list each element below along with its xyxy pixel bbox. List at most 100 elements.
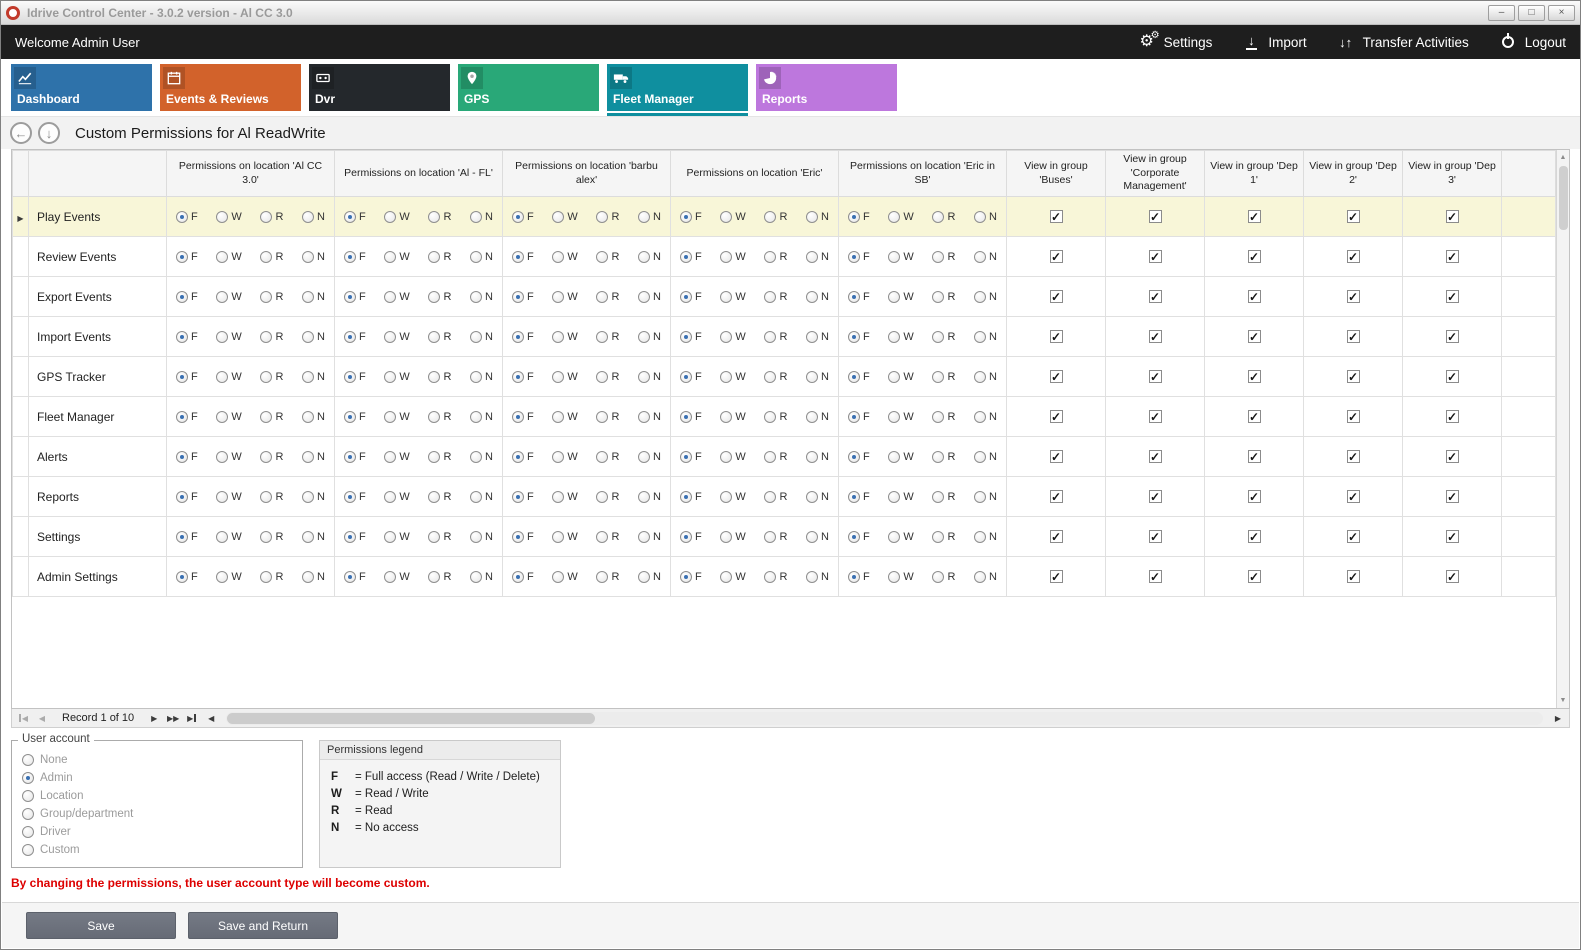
permission-radio-w[interactable]: W <box>720 531 745 543</box>
permission-radio-n[interactable]: N <box>974 491 997 503</box>
permission-radio-n[interactable]: N <box>302 211 325 223</box>
permission-radio-w[interactable]: W <box>720 291 745 303</box>
group-checkbox[interactable]: ✓ <box>1050 210 1063 223</box>
permission-radio-n[interactable]: N <box>806 451 829 463</box>
pager-prev-button[interactable]: ◀ <box>33 709 51 727</box>
permission-radio-w[interactable]: W <box>552 411 577 423</box>
permission-radio-w[interactable]: W <box>720 411 745 423</box>
permission-radio-r[interactable]: R <box>764 411 787 423</box>
permission-radio-w[interactable]: W <box>720 211 745 223</box>
permission-radio-w[interactable]: W <box>384 291 409 303</box>
permission-radio-w[interactable]: W <box>216 211 241 223</box>
down-button[interactable]: ↓ <box>38 122 60 144</box>
permission-radio-r[interactable]: R <box>428 331 451 343</box>
permission-radio-f[interactable]: F <box>344 371 366 383</box>
column-header-view-in-group-dep-3[interactable]: View in group 'Dep 3' <box>1403 151 1502 197</box>
permission-radio-f[interactable]: F <box>176 571 198 583</box>
permission-radio-n[interactable]: N <box>470 211 493 223</box>
permission-radio-f[interactable]: F <box>512 491 534 503</box>
permission-radio-n[interactable]: N <box>974 451 997 463</box>
permission-radio-n[interactable]: N <box>638 571 661 583</box>
vertical-scrollbar-thumb[interactable] <box>1559 166 1568 230</box>
permission-radio-w[interactable]: W <box>384 371 409 383</box>
permission-radio-w[interactable]: W <box>888 371 913 383</box>
permission-radio-r[interactable]: R <box>428 531 451 543</box>
permission-radio-n[interactable]: N <box>302 251 325 263</box>
group-checkbox[interactable]: ✓ <box>1347 370 1360 383</box>
group-checkbox[interactable]: ✓ <box>1248 410 1261 423</box>
pager-first-button[interactable]: ◀ <box>14 709 32 727</box>
group-checkbox[interactable]: ✓ <box>1446 370 1459 383</box>
permission-radio-n[interactable]: N <box>302 411 325 423</box>
permission-radio-f[interactable]: F <box>344 531 366 543</box>
permission-radio-n[interactable]: N <box>470 331 493 343</box>
permission-radio-f[interactable]: F <box>512 531 534 543</box>
permission-radio-n[interactable]: N <box>638 211 661 223</box>
permission-radio-f[interactable]: F <box>848 451 870 463</box>
tab-events-reviews[interactable]: Events & Reviews <box>160 64 301 111</box>
permission-radio-f[interactable]: F <box>176 331 198 343</box>
permission-radio-r[interactable]: R <box>260 371 283 383</box>
tab-fleet-manager[interactable]: Fleet Manager <box>607 64 748 111</box>
maximize-button[interactable]: □ <box>1518 5 1545 21</box>
permission-radio-f[interactable]: F <box>512 371 534 383</box>
permission-radio-r[interactable]: R <box>260 291 283 303</box>
permission-radio-r[interactable]: R <box>260 491 283 503</box>
permission-radio-f[interactable]: F <box>680 211 702 223</box>
permission-radio-n[interactable]: N <box>638 451 661 463</box>
permission-radio-n[interactable]: N <box>638 251 661 263</box>
permission-radio-n[interactable]: N <box>470 451 493 463</box>
permission-radio-r[interactable]: R <box>932 571 955 583</box>
permission-radio-f[interactable]: F <box>512 571 534 583</box>
permission-radio-f[interactable]: F <box>344 331 366 343</box>
permission-radio-f[interactable]: F <box>176 531 198 543</box>
column-header-view-in-group-dep-1[interactable]: View in group 'Dep 1' <box>1205 151 1304 197</box>
group-checkbox[interactable]: ✓ <box>1050 370 1063 383</box>
permission-radio-f[interactable]: F <box>680 291 702 303</box>
permission-radio-n[interactable]: N <box>806 571 829 583</box>
permission-radio-n[interactable]: N <box>806 211 829 223</box>
permission-radio-f[interactable]: F <box>680 491 702 503</box>
permission-radio-w[interactable]: W <box>888 571 913 583</box>
permission-radio-r[interactable]: R <box>260 531 283 543</box>
permission-radio-r[interactable]: R <box>932 211 955 223</box>
permission-radio-n[interactable]: N <box>470 371 493 383</box>
permission-radio-n[interactable]: N <box>806 251 829 263</box>
permission-radio-w[interactable]: W <box>216 331 241 343</box>
permission-radio-n[interactable]: N <box>638 491 661 503</box>
permission-radio-w[interactable]: W <box>720 251 745 263</box>
group-checkbox[interactable]: ✓ <box>1446 570 1459 583</box>
permission-radio-n[interactable]: N <box>974 571 997 583</box>
permission-radio-f[interactable]: F <box>344 291 366 303</box>
tab-dvr[interactable]: Dvr <box>309 64 450 111</box>
permission-radio-r[interactable]: R <box>764 211 787 223</box>
scroll-up-arrow-icon[interactable]: ▲ <box>1557 151 1569 164</box>
permission-radio-r[interactable]: R <box>764 531 787 543</box>
permission-radio-n[interactable]: N <box>974 251 997 263</box>
permission-radio-r[interactable]: R <box>428 571 451 583</box>
permission-radio-r[interactable]: R <box>764 251 787 263</box>
permission-radio-f[interactable]: F <box>848 411 870 423</box>
permission-radio-r[interactable]: R <box>428 371 451 383</box>
permission-radio-w[interactable]: W <box>720 571 745 583</box>
permission-radio-n[interactable]: N <box>638 411 661 423</box>
permission-radio-w[interactable]: W <box>552 211 577 223</box>
pager-last-button[interactable]: ▶ <box>183 709 201 727</box>
permission-radio-f[interactable]: F <box>512 411 534 423</box>
group-checkbox[interactable]: ✓ <box>1248 490 1261 503</box>
group-checkbox[interactable]: ✓ <box>1446 330 1459 343</box>
group-checkbox[interactable]: ✓ <box>1050 570 1063 583</box>
group-checkbox[interactable]: ✓ <box>1149 250 1162 263</box>
group-checkbox[interactable]: ✓ <box>1347 530 1360 543</box>
permission-radio-w[interactable]: W <box>720 371 745 383</box>
logout-button[interactable]: Logout <box>1499 33 1566 51</box>
back-button[interactable]: ← <box>10 122 32 144</box>
group-checkbox[interactable]: ✓ <box>1446 410 1459 423</box>
column-header-permissions-on-location-eric[interactable]: Permissions on location 'Eric' <box>671 151 839 197</box>
permission-radio-w[interactable]: W <box>552 251 577 263</box>
permission-radio-r[interactable]: R <box>764 491 787 503</box>
group-checkbox[interactable]: ✓ <box>1248 370 1261 383</box>
horizontal-scrollbar-thumb[interactable] <box>227 713 595 724</box>
permission-radio-f[interactable]: F <box>344 491 366 503</box>
permission-radio-w[interactable]: W <box>216 291 241 303</box>
